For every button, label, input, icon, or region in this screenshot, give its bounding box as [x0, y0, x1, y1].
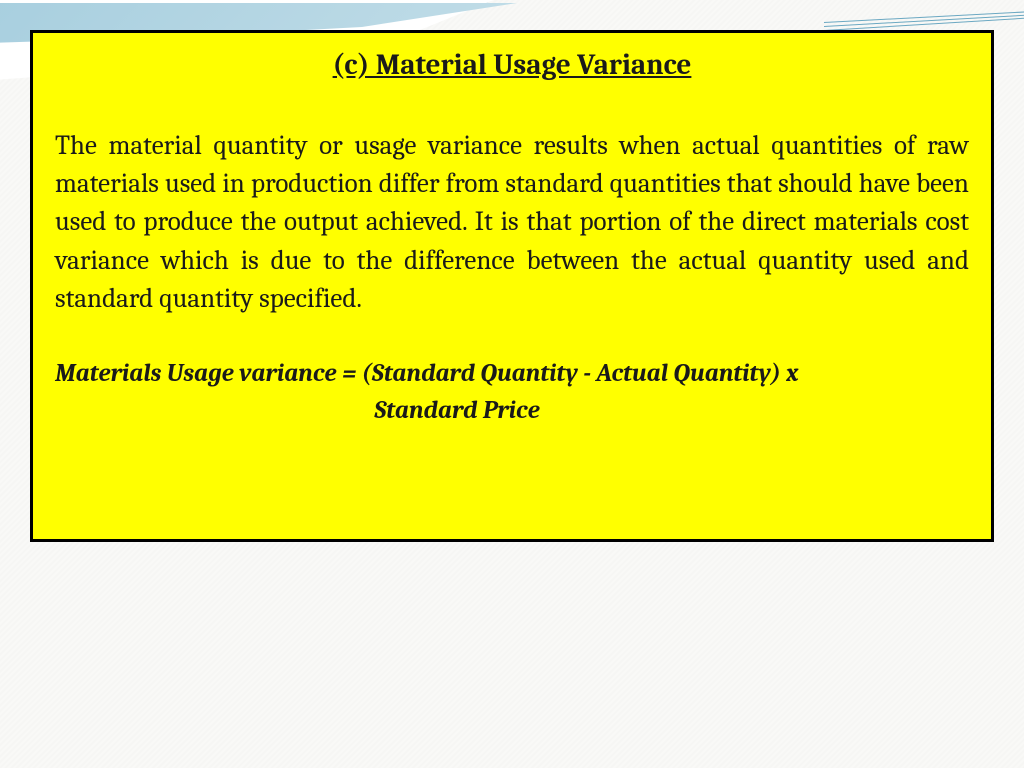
- formula-line-2: Standard Price: [55, 393, 969, 429]
- slide-body-text: The material quantity or usage variance …: [55, 127, 969, 319]
- formula-block: Materials Usage variance = (Standard Qua…: [55, 356, 969, 429]
- content-box: (c) Material Usage Variance The material…: [30, 30, 994, 542]
- slide-heading: (c) Material Usage Variance: [55, 47, 969, 85]
- formula-line-1: Materials Usage variance = (Standard Qua…: [55, 356, 969, 392]
